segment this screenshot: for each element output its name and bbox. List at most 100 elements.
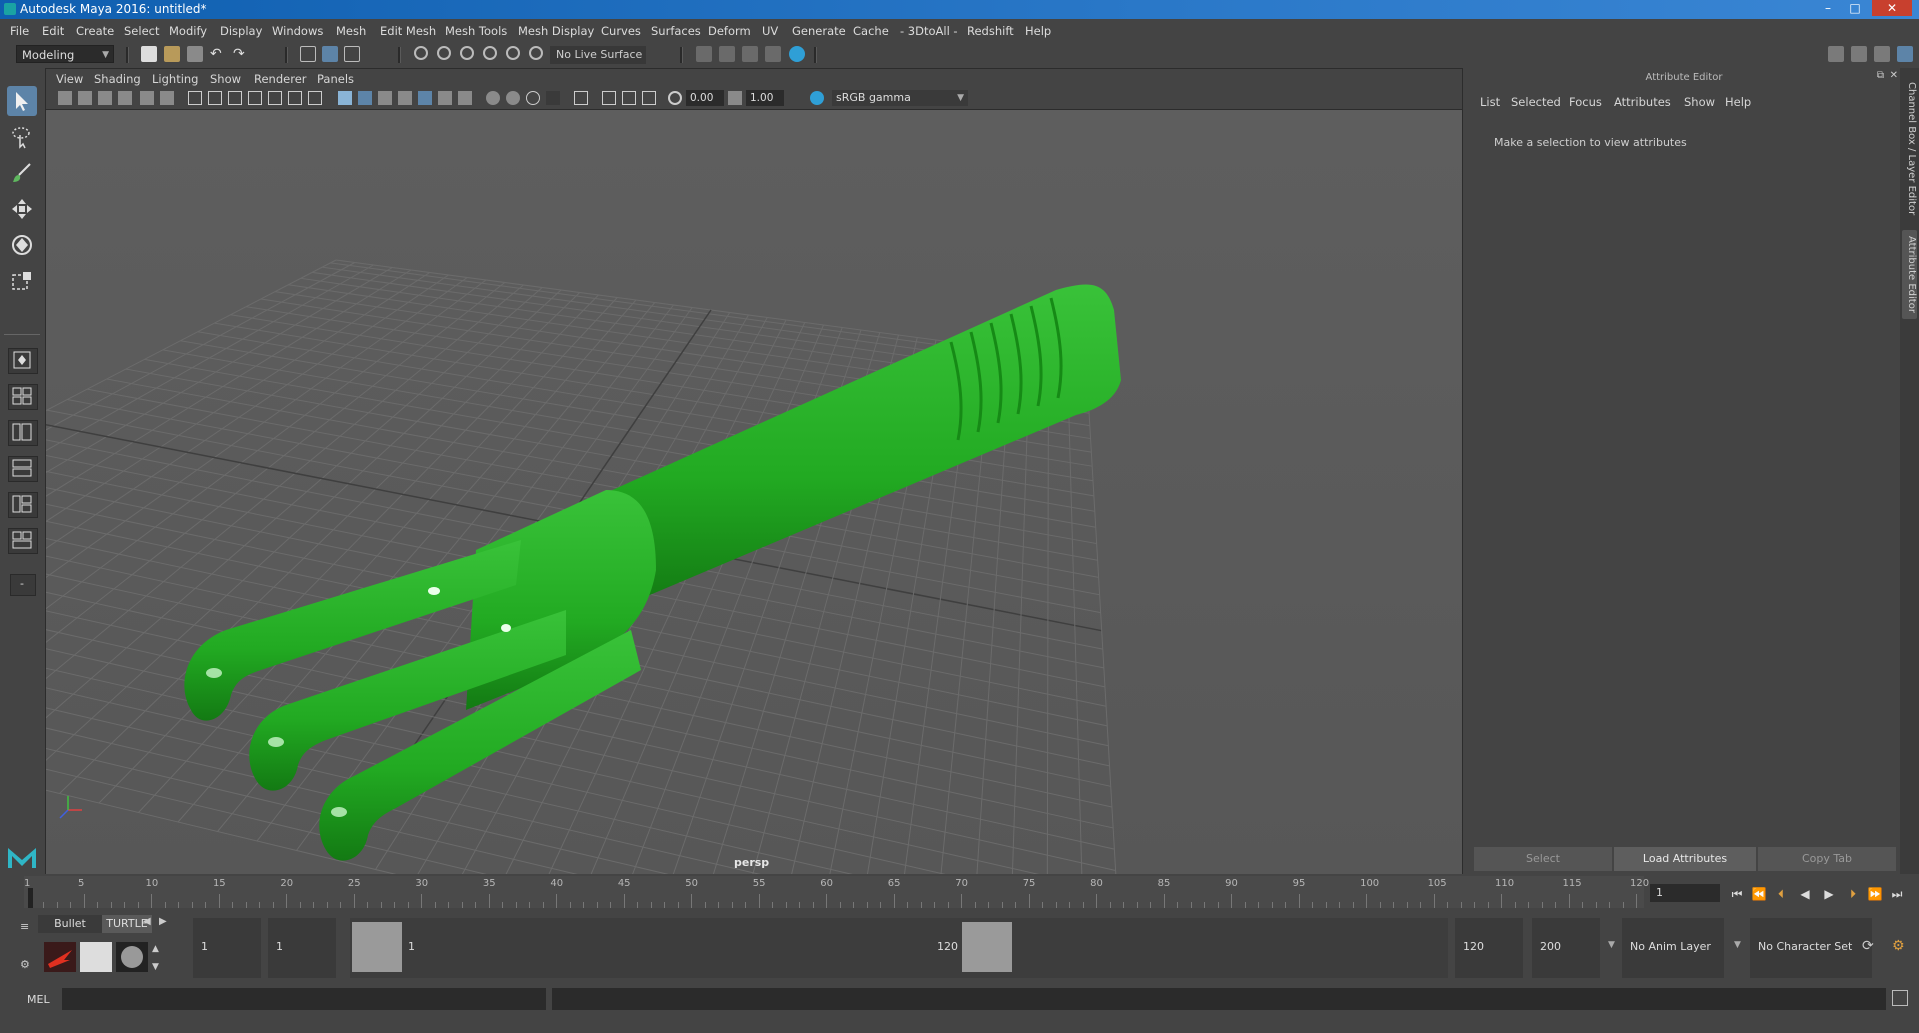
menu-mesh-display[interactable]: Mesh Display	[518, 24, 594, 38]
range-start-handle[interactable]	[352, 922, 402, 972]
attribute-editor-toggle-icon[interactable]	[1851, 46, 1867, 62]
select-component-icon[interactable]	[344, 46, 360, 62]
menu-select[interactable]: Select	[124, 24, 159, 38]
play-backwards-button[interactable]: ◀	[1796, 886, 1814, 902]
smooth-shade-icon[interactable]	[358, 91, 372, 105]
textured-icon[interactable]	[418, 91, 432, 105]
range-slider-bar[interactable]: 1 120	[350, 918, 1448, 978]
resolution-gate-icon[interactable]	[228, 91, 242, 105]
viewport-menu-view[interactable]: View	[56, 72, 83, 86]
shelf-render-view-icon[interactable]	[80, 942, 112, 972]
go-to-start-button[interactable]: ⏮	[1728, 886, 1746, 902]
gamma-field[interactable]: 1.00	[746, 90, 784, 106]
snap-point-icon[interactable]	[460, 46, 474, 60]
character-set-dropdown[interactable]: No Character Set	[1750, 918, 1872, 978]
menu-display[interactable]: Display	[220, 24, 262, 38]
persp-graph-layout-button[interactable]	[8, 456, 38, 482]
xray-active-components-icon[interactable]	[622, 91, 636, 105]
shelf-tab-bullet[interactable]: Bullet	[38, 915, 102, 933]
wireframe-icon[interactable]	[338, 91, 352, 105]
camera-attributes-icon[interactable]	[78, 91, 92, 105]
depth-of-field-icon[interactable]	[546, 91, 560, 105]
ae-menu-selected[interactable]: Selected	[1511, 95, 1561, 109]
current-frame-field[interactable]: 1	[1650, 884, 1720, 902]
snap-projected-center-icon[interactable]	[529, 46, 543, 60]
tab-channel-box[interactable]: Channel Box / Layer Editor	[1902, 82, 1917, 215]
view-transform-dropdown[interactable]: sRGB gamma ▼	[832, 90, 968, 106]
bookmark-icon[interactable]	[98, 91, 112, 105]
grease-pencil-icon[interactable]	[160, 91, 174, 105]
select-camera-icon[interactable]	[58, 91, 72, 105]
undo-icon[interactable]: ↶	[210, 46, 226, 62]
motion-blur-icon[interactable]	[506, 91, 520, 105]
move-tool[interactable]	[7, 194, 37, 224]
image-plane-icon[interactable]	[118, 91, 132, 105]
shelf-scroll-up-icon[interactable]: ▲	[152, 944, 159, 954]
viewport-menu-panels[interactable]: Panels	[317, 72, 354, 86]
viewport-menu-renderer[interactable]: Renderer	[254, 72, 307, 86]
shelf-sphere-icon[interactable]	[116, 942, 148, 972]
menu-edit-mesh[interactable]: Edit Mesh	[380, 24, 436, 38]
use-all-lights-icon[interactable]	[438, 91, 452, 105]
paint-select-tool[interactable]	[7, 158, 37, 188]
live-surface-field[interactable]: No Live Surface	[550, 46, 646, 64]
screen-space-ao-icon[interactable]	[486, 91, 500, 105]
chevron-down-icon[interactable]: ▼	[1734, 940, 1741, 950]
range-end-handle[interactable]	[962, 922, 1012, 972]
persp-uv-layout-button[interactable]	[8, 528, 38, 554]
persp-hypershade-layout-button[interactable]	[8, 492, 38, 518]
ae-menu-attributes[interactable]: Attributes	[1614, 95, 1671, 109]
2d-pan-zoom-icon[interactable]	[140, 91, 154, 105]
3d-scene-canvas[interactable]	[46, 110, 1462, 874]
menu-surfaces[interactable]: Surfaces	[651, 24, 701, 38]
close-panel-icon[interactable]: ✕	[1890, 70, 1898, 81]
step-forward-frame-button[interactable]: ⏩	[1866, 886, 1884, 902]
shelf-redshift-icon[interactable]	[44, 942, 76, 972]
viewport-menu-show[interactable]: Show	[210, 72, 241, 86]
open-scene-icon[interactable]	[164, 46, 180, 62]
multisample-aa-icon[interactable]	[526, 91, 540, 105]
menu-create[interactable]: Create	[76, 24, 114, 38]
step-forward-key-button[interactable]: ⏵	[1844, 886, 1862, 902]
ae-menu-focus[interactable]: Focus	[1569, 95, 1602, 109]
time-slider[interactable]: 1 5 10 15 20 25 30 35 40 45 50 55 60 65 70 75 80 85 90 95 10…	[24, 876, 1649, 908]
ae-menu-show[interactable]: Show	[1684, 95, 1715, 109]
menu-cache[interactable]: Cache	[853, 24, 889, 38]
playback-start-field[interactable]: 1	[268, 918, 336, 978]
minimize-button[interactable]: –	[1816, 0, 1840, 16]
snap-curve-icon[interactable]	[437, 46, 451, 60]
step-back-frame-button[interactable]: ⏪	[1750, 886, 1768, 902]
menu-mesh-tools[interactable]: Mesh Tools	[445, 24, 507, 38]
menu-generate[interactable]: Generate	[792, 24, 846, 38]
wireframe-on-shaded-icon[interactable]	[398, 91, 412, 105]
gate-mask-icon[interactable]	[248, 91, 262, 105]
maximize-button[interactable]: □	[1843, 0, 1867, 16]
redo-icon[interactable]: ↷	[233, 46, 249, 62]
film-gate-icon[interactable]	[208, 91, 222, 105]
close-button[interactable]: ✕	[1872, 0, 1912, 16]
current-time-marker[interactable]	[28, 888, 33, 908]
menu-edit[interactable]: Edit	[42, 24, 64, 38]
ae-select-button[interactable]: Select	[1474, 847, 1612, 871]
safe-title-icon[interactable]	[308, 91, 322, 105]
xray-joints-icon[interactable]	[642, 91, 656, 105]
step-back-key-button[interactable]: ⏴	[1772, 886, 1790, 902]
xray-icon[interactable]	[602, 91, 616, 105]
tool-settings-icon[interactable]	[1874, 46, 1890, 62]
copy-tab-button[interactable]: Copy Tab	[1758, 847, 1896, 871]
shadows-icon[interactable]	[458, 91, 472, 105]
shelf-options-icon[interactable]: ≡	[20, 920, 29, 933]
menu-modify[interactable]: Modify	[169, 24, 207, 38]
channel-box-toggle-icon[interactable]	[1897, 46, 1913, 62]
script-editor-icon[interactable]	[1892, 990, 1908, 1006]
render-view-icon[interactable]	[789, 46, 805, 62]
menuset-dropdown[interactable]: Modeling ▼	[16, 45, 114, 63]
single-perspective-layout-button[interactable]	[8, 348, 38, 374]
grid-toggle-icon[interactable]	[188, 91, 202, 105]
gamma-icon[interactable]	[728, 91, 742, 105]
snap-grid-icon[interactable]	[414, 46, 428, 60]
play-forwards-button[interactable]: ▶	[1820, 886, 1838, 902]
menu-uv[interactable]: UV	[762, 24, 778, 38]
new-scene-icon[interactable]	[141, 46, 157, 62]
load-attributes-button[interactable]: Load Attributes	[1614, 847, 1756, 871]
